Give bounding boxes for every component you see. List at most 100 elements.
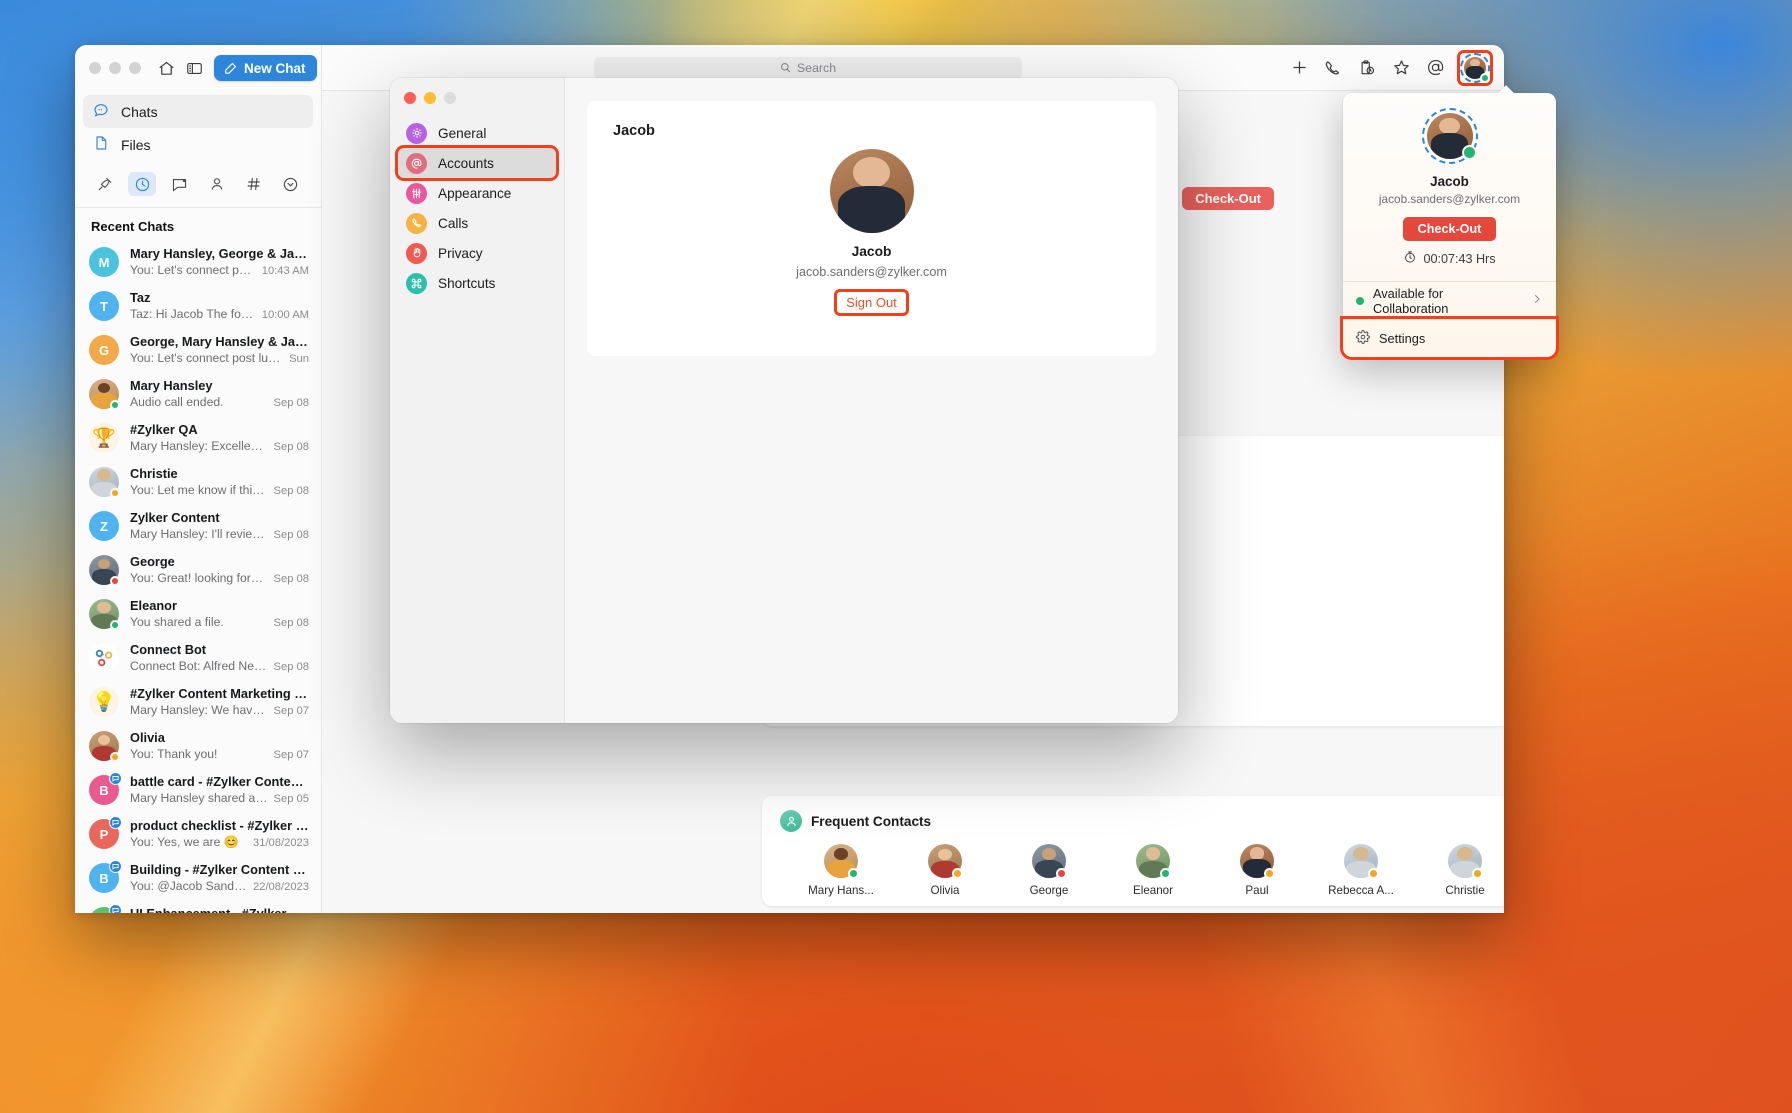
chat-item-time: Sep 08 xyxy=(273,441,309,453)
chat-list-item[interactable]: Z Zylker Content Mary Hansley: I'll review… xyxy=(75,504,321,548)
person-icon[interactable] xyxy=(203,172,231,196)
star-icon[interactable] xyxy=(1386,54,1416,82)
chat-list-item[interactable]: Olivia You: Thank you! Sep 07 xyxy=(75,724,321,768)
settings-item-general[interactable]: General xyxy=(398,118,556,148)
frequent-contact-item[interactable]: Paul xyxy=(1220,844,1294,897)
frequent-contact-name: Mary Hans... xyxy=(808,884,874,897)
chat-item-meta: #Zylker Content Marketing Dep... Mary Han… xyxy=(130,686,309,718)
presence-indicator xyxy=(1160,868,1171,879)
chat-list-item[interactable]: Eleanor You shared a file. Sep 08 xyxy=(75,592,321,636)
frequent-contact-item[interactable]: Christie xyxy=(1428,844,1502,897)
popover-avatar[interactable] xyxy=(1421,108,1478,164)
chat-item-title: battle card - #Zylker Content M... xyxy=(130,774,309,789)
popover-settings-row[interactable]: Settings xyxy=(1340,316,1559,360)
chat-item-preview: Mary Hansley: I'll review t... xyxy=(130,527,268,541)
chat-list-item[interactable]: Connect Bot Connect Bot: Alfred Neum... Se… xyxy=(75,636,321,680)
clock-icon[interactable] xyxy=(128,172,157,196)
avatar: M xyxy=(89,247,119,277)
settings-close-button[interactable] xyxy=(404,92,416,104)
chat-item-preview: Mary Hansley: We have a... xyxy=(130,703,268,717)
chat-item-meta: Christie You: Let me know if this h... Sep… xyxy=(130,466,309,498)
chevron-down-circle-icon[interactable] xyxy=(277,172,305,196)
check-out-button[interactable]: Check-Out xyxy=(1182,187,1274,210)
clipboard-clock-icon[interactable] xyxy=(1352,54,1382,82)
account-name: Jacob xyxy=(851,244,892,259)
chat-item-preview: Mary Hansley: Excellent w... xyxy=(130,439,268,453)
chat-item-time: 10:43 AM xyxy=(261,265,309,277)
sliders-icon xyxy=(406,182,427,204)
status-dot-icon xyxy=(1356,296,1364,305)
chat-list-item[interactable]: G George, Mary Hansley & Jacob You: Let's … xyxy=(75,328,321,372)
chat-item-time: 22/08/2023 xyxy=(253,881,309,893)
sidebar-item-files-label: Files xyxy=(121,136,151,153)
presence-indicator xyxy=(1480,72,1490,83)
chat-item-preview: You: Let me know if this h... xyxy=(130,483,268,497)
toggle-sidebar-icon[interactable] xyxy=(186,55,203,81)
popover-status-row[interactable]: Available for Collaboration xyxy=(1343,281,1556,319)
close-window-button[interactable] xyxy=(89,62,101,74)
settings-item-shortcuts[interactable]: Shortcuts xyxy=(398,268,556,298)
chat-list-item[interactable]: U UI Enhancement - #Zylker QAEleanor: @El… xyxy=(75,900,321,913)
avatar xyxy=(824,844,859,879)
chat-list-item[interactable]: Bbattle card - #Zylker Content M... Mary … xyxy=(75,768,321,812)
minimize-window-button[interactable] xyxy=(109,62,121,74)
phone-icon[interactable] xyxy=(1318,54,1348,82)
sign-out-button[interactable]: Sign Out xyxy=(834,289,909,316)
chat-list-item[interactable]: B Building - #Zylker Content Mark... You: … xyxy=(75,856,321,900)
frequent-contact-item[interactable]: Mary Hans... xyxy=(804,844,878,897)
chat-list-item[interactable]: Christie You: Let me know if this h... Sep… xyxy=(75,460,321,504)
frequent-contacts-label: Frequent Contacts xyxy=(811,813,932,829)
settings-minimize-button[interactable] xyxy=(424,92,436,104)
plus-icon[interactable] xyxy=(1284,54,1314,82)
window-traffic-lights[interactable] xyxy=(89,62,141,74)
chat-list-item[interactable]: 🏆 #Zylker QA Mary Hansley: Excellent w... S… xyxy=(75,416,321,460)
sidebar-item-files[interactable]: Files xyxy=(83,128,313,161)
presence-indicator xyxy=(110,752,120,762)
search-input[interactable]: Search xyxy=(594,56,1022,79)
settings-item-privacy[interactable]: Privacy xyxy=(398,238,556,268)
settings-item-label: Calls xyxy=(438,215,469,231)
chat-list-item[interactable]: Mary Hansley Audio call ended. Sep 08 xyxy=(75,372,321,416)
settings-maximize-button[interactable] xyxy=(444,92,456,104)
home-icon[interactable] xyxy=(158,55,175,81)
hash-icon[interactable] xyxy=(240,172,268,196)
maximize-window-button[interactable] xyxy=(129,62,141,74)
thread-badge-icon xyxy=(109,816,122,829)
popover-settings-label: Settings xyxy=(1379,331,1426,346)
frequent-contact-item[interactable]: George xyxy=(1012,844,1086,897)
chat-list-item[interactable]: M Mary Hansley, George & Jacob You: Let's … xyxy=(75,240,321,284)
sidebar: New Chat Chats Files Recent Chats M Mary… xyxy=(75,45,322,913)
frequent-contact-item[interactable]: Rebecca A... xyxy=(1324,844,1398,897)
frequent-contact-name: Olivia xyxy=(930,884,960,897)
chat-list-item[interactable]: T Taz Taz: Hi Jacob The follo... 10:00 AM xyxy=(75,284,321,328)
frequent-contacts-list[interactable]: Mary Hans... Olivia George Eleanor Paul Rebec… xyxy=(762,832,1504,897)
presence-indicator xyxy=(1461,145,1477,160)
settings-item-calls[interactable]: Calls xyxy=(398,208,556,238)
pin-icon[interactable] xyxy=(91,172,119,196)
recent-chats-heading: Recent Chats xyxy=(91,219,175,234)
frequent-contact-item[interactable]: Olivia xyxy=(908,844,982,897)
chat-item-preview: You: Thank you! xyxy=(130,747,218,761)
chat-list-item[interactable]: George You: Great! looking forwar... Sep 0… xyxy=(75,548,321,592)
avatar: Z xyxy=(89,511,119,541)
settings-item-accounts[interactable]: Accounts xyxy=(395,145,559,181)
popover-check-out-button[interactable]: Check-Out xyxy=(1402,217,1497,241)
chat-list[interactable]: M Mary Hansley, George & Jacob You: Let's … xyxy=(75,240,321,913)
frequent-contact-item[interactable]: Eleanor xyxy=(1116,844,1190,897)
popover-arrow xyxy=(1498,85,1514,94)
settings-traffic-lights[interactable] xyxy=(404,92,456,104)
chat-item-title: Olivia xyxy=(130,730,165,745)
profile-avatar-button[interactable] xyxy=(1457,49,1493,86)
settings-sidebar[interactable]: General Accounts Appearance Calls Privacy Sho… xyxy=(390,78,565,723)
popover-status-label: Available for Collaboration xyxy=(1372,285,1449,316)
chat-item-meta: Zylker Content Mary Hansley: I'll review … xyxy=(130,510,309,542)
chat-list-item[interactable]: Pproduct checklist - #Zylker Con... You: … xyxy=(75,812,321,856)
chat-item-time: Sep 05 xyxy=(273,793,309,805)
chat-item-time: Sep 07 xyxy=(273,749,309,761)
unread-message-icon[interactable] xyxy=(165,172,193,196)
settings-item-appearance[interactable]: Appearance xyxy=(398,178,556,208)
at-mention-icon[interactable] xyxy=(1420,54,1450,82)
sidebar-item-chats[interactable]: Chats xyxy=(83,95,313,128)
chat-list-item[interactable]: 💡 #Zylker Content Marketing Dep... Mary Ha… xyxy=(75,680,321,724)
new-chat-button[interactable]: New Chat xyxy=(214,55,317,81)
